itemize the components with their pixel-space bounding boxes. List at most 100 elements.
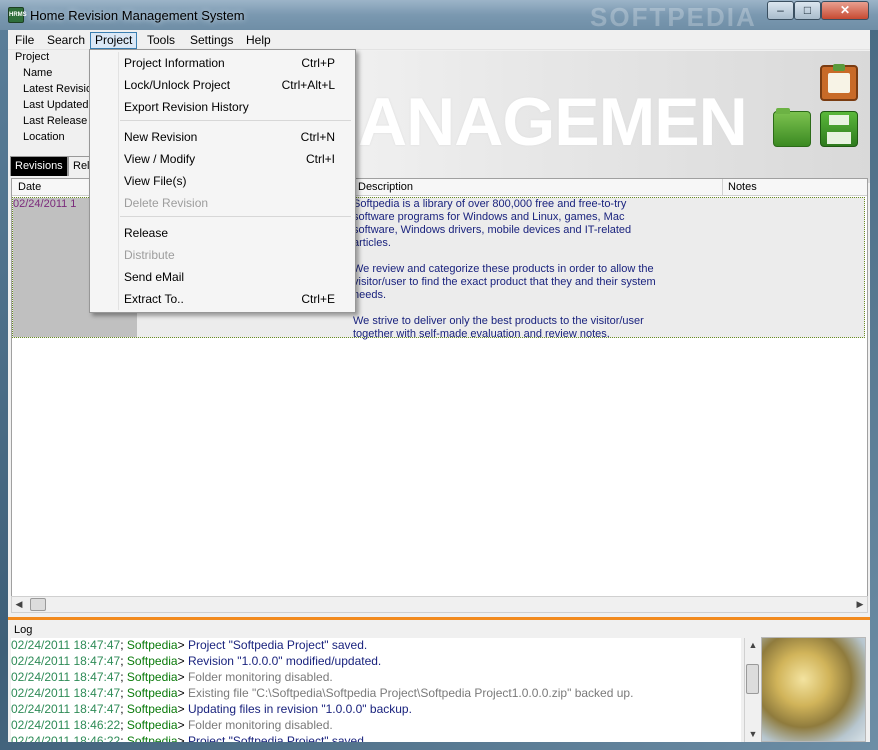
- menu-item-project-information[interactable]: Project Information Ctrl+P: [92, 53, 353, 73]
- log-prompt: >: [177, 638, 188, 652]
- clipboard-icon[interactable]: [820, 64, 858, 101]
- log-entry: 02/24/2011 18:47:47; Softpedia> Folder m…: [11, 670, 333, 684]
- menu-item-release[interactable]: Release: [92, 223, 353, 243]
- scroll-down-icon[interactable]: ▼: [746, 727, 760, 742]
- log-list: 02/24/2011 18:47:47; Softpedia> Project …: [11, 638, 741, 742]
- log-user: Softpedia: [126, 686, 178, 700]
- menu-item-label: View File(s): [124, 174, 187, 188]
- log-message: Revision "1.0.0.0" modified/updated.: [187, 654, 382, 668]
- log-timestamp: 02/24/2011 18:46:22: [11, 734, 121, 742]
- save-icon[interactable]: [820, 111, 858, 147]
- row-date: 02/24/2011 1: [13, 198, 77, 210]
- log-timestamp: 02/24/2011 18:47:47: [11, 670, 121, 684]
- menu-item-view-modify[interactable]: View / Modify Ctrl+I: [92, 149, 353, 169]
- log-user: Softpedia: [126, 654, 178, 668]
- field-last-release-label: Last Release: [23, 115, 88, 127]
- title-bar[interactable]: HRMS Home Revision Management System SOF…: [0, 0, 878, 32]
- menu-item-label: Release: [124, 226, 169, 240]
- watermark: SOFTPEDIA: [590, 2, 757, 32]
- log-entry: 02/24/2011 18:47:47; Softpedia> Updating…: [11, 702, 412, 716]
- field-latest-revision-label: Latest Revisio: [23, 83, 93, 95]
- log-user: Softpedia: [126, 702, 178, 716]
- log-timestamp: 02/24/2011 18:47:47: [11, 638, 121, 652]
- log-entry: 02/24/2011 18:47:47; Softpedia> Existing…: [11, 686, 633, 700]
- project-heading: Project: [15, 51, 50, 63]
- log-message: Folder monitoring disabled.: [187, 670, 333, 684]
- log-separator: ;: [120, 686, 127, 700]
- log-message: Folder monitoring disabled.: [187, 718, 333, 732]
- log-separator: ;: [120, 734, 127, 742]
- folder-icon[interactable]: [773, 108, 811, 147]
- menu-search[interactable]: Search: [42, 32, 90, 49]
- app-icon[interactable]: HRMS: [8, 7, 27, 23]
- scroll-up-icon[interactable]: ▲: [746, 638, 760, 653]
- menu-item-label: New Revision: [124, 130, 198, 144]
- menu-item-shortcut: Ctrl+I: [305, 152, 335, 166]
- horizontal-scrollbar[interactable]: ◀ ▶: [11, 596, 868, 613]
- log-message: Updating files in revision "1.0.0.0" bac…: [187, 702, 412, 716]
- menu-item-view-file-s[interactable]: View File(s): [92, 171, 353, 191]
- log-separator: ;: [120, 670, 127, 684]
- menu-item-label: Send eMail: [124, 270, 185, 284]
- keys-image: [761, 637, 866, 742]
- log-timestamp: 02/24/2011 18:47:47: [11, 654, 121, 668]
- menu-item-new-revision[interactable]: New Revision Ctrl+N: [92, 127, 353, 147]
- menu-item-label: Lock/Unlock Project: [124, 78, 231, 92]
- log-panel: Log 02/24/2011 18:47:47; Softpedia> Proj…: [8, 620, 870, 742]
- log-prompt: >: [177, 670, 188, 684]
- menu-item-shortcut: Ctrl+E: [301, 292, 335, 306]
- menu-file[interactable]: File: [10, 32, 39, 49]
- banner-text: ANAGEMEN: [358, 84, 748, 160]
- log-separator: ;: [120, 702, 127, 716]
- log-user: Softpedia: [126, 670, 178, 684]
- menu-item-send-email[interactable]: Send eMail: [92, 267, 353, 287]
- log-entry: 02/24/2011 18:46:22; Softpedia> Project …: [11, 734, 367, 742]
- minimize-button[interactable]: –: [767, 1, 794, 20]
- log-entry: 02/24/2011 18:47:47; Softpedia> Revision…: [11, 654, 381, 668]
- menu-item-export-revision-history[interactable]: Export Revision History: [92, 97, 353, 117]
- col-notes[interactable]: Notes: [728, 181, 757, 193]
- menu-item-delete-revision: Delete Revision: [92, 193, 353, 213]
- log-prompt: >: [177, 718, 188, 732]
- tab-revisions[interactable]: Revisions: [10, 156, 68, 176]
- col-description[interactable]: Description: [358, 181, 413, 193]
- menu-item-distribute: Distribute: [92, 245, 353, 265]
- log-separator: ;: [120, 638, 127, 652]
- scroll-left-icon[interactable]: ◀: [12, 597, 26, 612]
- menu-item-label: Export Revision History: [124, 100, 249, 114]
- log-message: Existing file "C:\Softpedia\Softpedia Pr…: [187, 686, 634, 700]
- menu-project[interactable]: Project: [90, 32, 138, 49]
- field-location-label: Location: [23, 131, 65, 143]
- vertical-scroll-thumb[interactable]: [746, 664, 759, 694]
- log-user: Softpedia: [126, 638, 178, 652]
- menu-item-extract-to[interactable]: Extract To.. Ctrl+E: [92, 289, 353, 309]
- app-window: HRMS Home Revision Management System SOF…: [0, 0, 878, 750]
- horizontal-scroll-thumb[interactable]: [30, 598, 46, 611]
- close-button[interactable]: ✕: [821, 1, 869, 20]
- scroll-right-icon[interactable]: ▶: [853, 597, 867, 612]
- menu-item-shortcut: Ctrl+Alt+L: [281, 78, 335, 92]
- menu-settings[interactable]: Settings: [185, 32, 238, 49]
- menu-item-shortcut: Ctrl+N: [300, 130, 335, 144]
- log-prompt: >: [177, 734, 188, 742]
- vertical-scrollbar[interactable]: ▲ ▼: [744, 638, 761, 742]
- menu-help[interactable]: Help: [241, 32, 276, 49]
- log-separator: ;: [120, 654, 127, 668]
- menu-item-lock-unlock-project[interactable]: Lock/Unlock Project Ctrl+Alt+L: [92, 75, 353, 95]
- col-date[interactable]: Date: [18, 181, 41, 193]
- log-prompt: >: [177, 702, 188, 716]
- log-message: Project "Softpedia Project" saved.: [187, 734, 368, 742]
- project-menu-dropdown: Project Information Ctrl+P Lock/Unlock Pro…: [89, 49, 356, 313]
- log-entry: 02/24/2011 18:46:22; Softpedia> Folder m…: [11, 718, 333, 732]
- menu-item-label: View / Modify: [124, 152, 196, 166]
- log-entry: 02/24/2011 18:47:47; Softpedia> Project …: [11, 638, 367, 652]
- menu-separator: [120, 216, 351, 217]
- log-title: Log: [14, 624, 33, 636]
- maximize-button[interactable]: □: [794, 1, 821, 20]
- field-name-label: Name: [23, 67, 53, 79]
- menu-item-label: Project Information: [124, 56, 225, 70]
- menu-tools[interactable]: Tools: [142, 32, 180, 49]
- log-timestamp: 02/24/2011 18:47:47: [11, 686, 121, 700]
- window-title: Home Revision Management System: [30, 8, 245, 23]
- log-timestamp: 02/24/2011 18:46:22: [11, 718, 121, 732]
